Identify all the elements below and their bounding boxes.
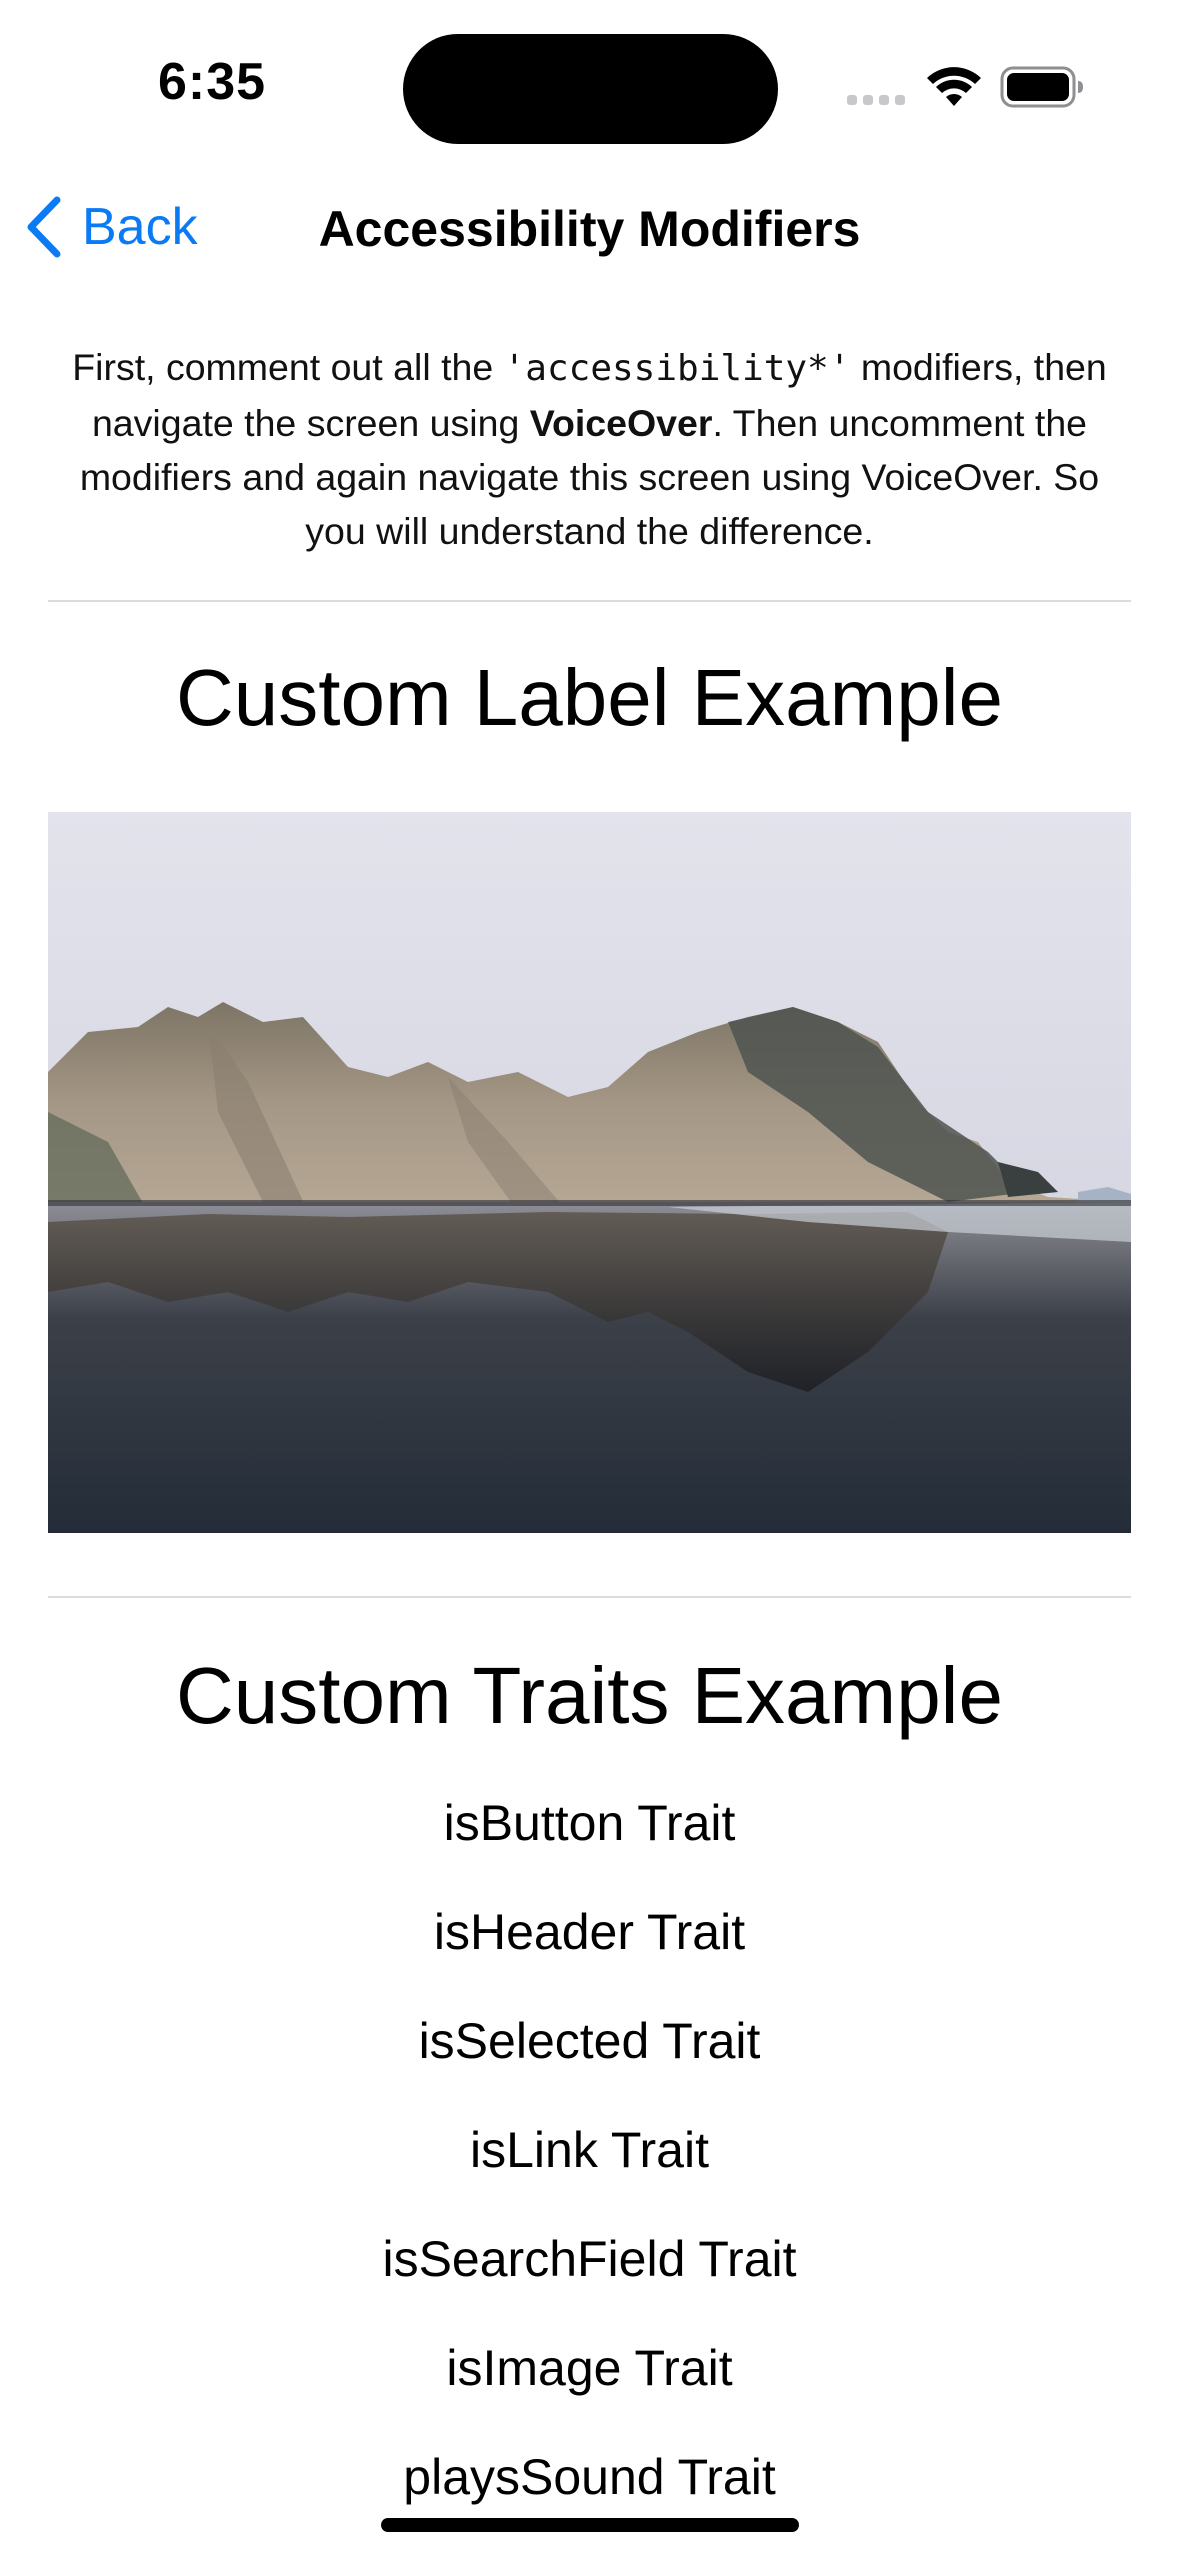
intro-text: First, comment out all the 'accessibilit… <box>60 340 1119 558</box>
cellular-signal-icon <box>847 95 905 105</box>
battery-icon <box>1000 66 1084 113</box>
intro-text-part1: First, comment out all the <box>72 346 504 388</box>
home-indicator[interactable] <box>381 2518 799 2532</box>
trait-is-image: isImage Trait <box>446 2340 733 2396</box>
trait-is-search-field[interactable]: isSearchField Trait <box>0 2230 1179 2288</box>
trait-is-link[interactable]: isLink Trait <box>0 2121 1179 2179</box>
trait-is-selected[interactable]: isSelected Trait <box>0 2012 1179 2070</box>
intro-bold: VoiceOver <box>529 402 713 444</box>
page-title: Accessibility Modifiers <box>318 201 861 257</box>
traits-section-title: Custom Traits Example <box>176 1651 1003 1740</box>
divider <box>48 1596 1131 1598</box>
wifi-icon <box>926 66 982 113</box>
trait-plays-sound[interactable]: playsSound Trait <box>0 2448 1179 2506</box>
trait-is-button[interactable]: isButton Trait <box>0 1794 1179 1852</box>
divider <box>48 600 1131 602</box>
screen: 6:35 Back Accessibility Modifiers First,… <box>0 0 1179 2556</box>
dynamic-island <box>403 34 778 144</box>
intro-code: 'accessibility*' <box>503 348 851 389</box>
mountain-lake-image <box>48 812 1131 1533</box>
label-section-title: Custom Label Example <box>175 653 1004 742</box>
trait-is-header: isHeader Trait <box>433 1904 746 1960</box>
status-time: 6:35 <box>158 53 267 111</box>
